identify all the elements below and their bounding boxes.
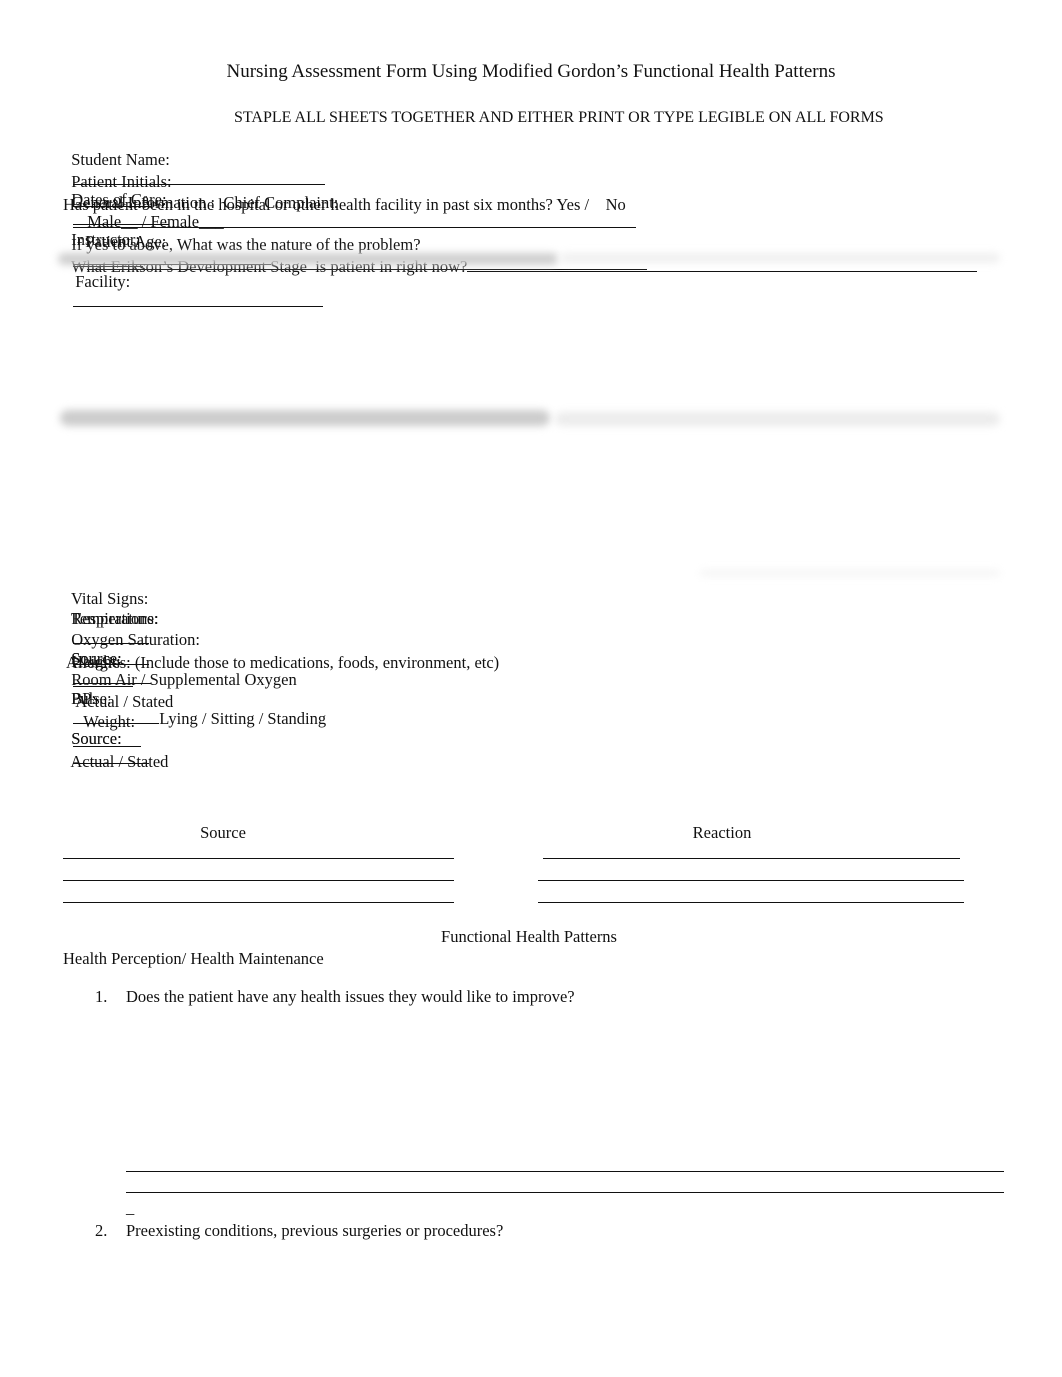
- question-2-text: Preexisting conditions, previous surgeri…: [126, 1221, 504, 1240]
- question-1-text: Does the patient have any health issues …: [126, 987, 575, 1006]
- allergy-source-line-1[interactable]: [63, 858, 454, 859]
- allergy-reaction-line-3[interactable]: [538, 902, 964, 903]
- height-field[interactable]: [73, 672, 134, 687]
- allergy-source-line-2[interactable]: [63, 880, 454, 881]
- weight-label: Weight:: [83, 712, 136, 731]
- section-heading: Health Perception/ Health Maintenance: [63, 949, 324, 968]
- redacted-strip: [58, 253, 558, 265]
- hospital-question: Has patient been in the hospital or othe…: [63, 195, 626, 214]
- allergy-source-line-3[interactable]: [63, 902, 454, 903]
- reaction-header: Reaction: [692, 823, 752, 842]
- question-2-number: 2.: [95, 1221, 108, 1240]
- instructions: STAPLE ALL SHEETS TOGETHER AND EITHER PR…: [234, 109, 884, 126]
- allergy-reaction-line-2[interactable]: [538, 880, 964, 881]
- weight-actual-stated[interactable]: Actual / Stated: [70, 752, 168, 771]
- bp-position-options[interactable]: Lying / Sitting / Standing: [159, 709, 326, 728]
- redacted-strip: [60, 410, 550, 426]
- functional-patterns-heading: Functional Health Patterns: [441, 927, 617, 946]
- height-actual-stated[interactable]: Actual / Stated: [75, 692, 173, 711]
- source-header: Source: [200, 823, 246, 842]
- redacted-strip: [555, 412, 1000, 426]
- answer-line-2[interactable]: [126, 1192, 1004, 1193]
- document-title: Nursing Assessment Form Using Modified G…: [226, 61, 836, 82]
- stray-underscore: _: [126, 1198, 135, 1217]
- redacted-strip: [700, 570, 1000, 576]
- allergy-reaction-line-1[interactable]: [543, 858, 960, 859]
- allergies-label: Allergies: (Include those to medications…: [66, 653, 500, 672]
- weight-field[interactable]: [73, 732, 142, 747]
- question-1-number: 1.: [95, 987, 108, 1006]
- redacted-strip: [560, 253, 1000, 263]
- answer-line-1[interactable]: [126, 1171, 1004, 1172]
- facility-field[interactable]: [73, 292, 324, 307]
